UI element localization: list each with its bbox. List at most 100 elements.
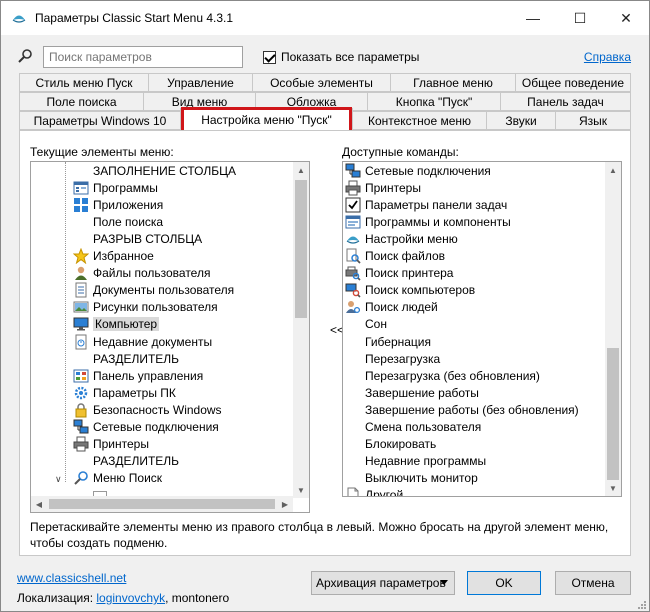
shell-app-icon: [11, 10, 27, 26]
list-item[interactable]: Документы пользователя: [73, 282, 234, 299]
list-item[interactable]: Настройки меню: [345, 230, 458, 247]
tab-start-button[interactable]: Кнопка "Пуск": [367, 92, 501, 111]
show-all-checkbox[interactable]: [263, 50, 276, 64]
taskbar-icon: [345, 197, 361, 213]
tab-main-menu[interactable]: Главное меню: [390, 73, 516, 92]
resize-grip-icon[interactable]: [637, 599, 647, 609]
scroll-right-arrow[interactable]: ▶: [277, 496, 293, 512]
ok-button[interactable]: OK: [467, 571, 541, 595]
list-item[interactable]: ЗАПОЛНЕНИЕ СТОЛБЦА: [73, 162, 236, 179]
tab-sounds[interactable]: Звуки: [486, 111, 556, 130]
hscroll-thumb[interactable]: [49, 499, 275, 509]
list-item[interactable]: Файлы пользователя: [73, 265, 210, 282]
localization-line: Локализация: loginvovchyk, montonero: [17, 591, 229, 605]
scroll-up-arrow[interactable]: ▲: [293, 162, 309, 178]
list-item[interactable]: Принтеры: [345, 179, 421, 196]
list-item[interactable]: Параметры панели задач: [345, 196, 507, 213]
list-item[interactable]: Параметры ПК: [73, 384, 176, 401]
list-item-label: Параметры панели задач: [365, 197, 508, 212]
scroll-down-arrow[interactable]: ▼: [605, 480, 621, 496]
list-item[interactable]: Поиск принтера: [345, 265, 453, 282]
list-item[interactable]: Сетевые подключения: [345, 162, 491, 179]
pictures-icon: [73, 299, 89, 315]
list-item[interactable]: Блокировать: [345, 436, 436, 453]
minimize-button[interactable]: —: [510, 1, 556, 35]
help-link[interactable]: Справка: [584, 50, 631, 64]
list-item[interactable]: Выключить монитор: [345, 470, 478, 487]
list-item[interactable]: Сетевые подключения: [73, 419, 219, 436]
search-input[interactable]: [43, 46, 243, 68]
list-item[interactable]: Смена пользователя: [345, 419, 481, 436]
current-items-list[interactable]: ▲ ▼ ◀ ▶ ∨ ЗАПОЛНЕНИЕ СТОЛБЦА Программы Прил…: [30, 161, 310, 513]
tab-controls[interactable]: Управление: [148, 73, 253, 92]
scroll-left-arrow[interactable]: ◀: [31, 496, 47, 512]
list-item[interactable]: Безопасность Windows: [73, 401, 222, 418]
localizer-link[interactable]: loginvovchyk: [96, 591, 165, 605]
tab-context-menu[interactable]: Контекстное меню: [352, 111, 487, 130]
list-item-label: Поиск принтера: [365, 266, 454, 281]
list-item[interactable]: Гибернация: [345, 333, 431, 350]
list-item[interactable]: Поле поиска: [73, 213, 163, 230]
right-list-scrollbar[interactable]: ▲ ▼: [605, 162, 621, 496]
tab-windows10-settings[interactable]: Параметры Windows 10: [19, 111, 181, 130]
scroll-up-arrow[interactable]: ▲: [605, 162, 621, 178]
website-link[interactable]: www.classicshell.net: [17, 571, 126, 585]
list-item[interactable]: Сон: [345, 316, 387, 333]
list-item[interactable]: Компьютер: [73, 316, 160, 333]
localizer-rest: , montonero: [165, 591, 230, 605]
list-item[interactable]: Поиск файлов: [345, 248, 445, 265]
list-item[interactable]: Завершение работы (без обновления): [345, 401, 579, 418]
list-item[interactable]: Принтеры: [73, 436, 149, 453]
maximize-button[interactable]: ☐: [557, 1, 603, 35]
list-item[interactable]: Рисунки пользователя: [73, 299, 218, 316]
show-all-toggle[interactable]: Показать все параметры: [263, 50, 419, 64]
list-item[interactable]: Меню Поиск: [73, 470, 162, 487]
star-icon: [73, 248, 89, 264]
list-item[interactable]: Приложения: [73, 196, 163, 213]
list-item-label: Файлы пользователя: [93, 266, 211, 281]
scroll-down-arrow[interactable]: ▼: [293, 482, 309, 498]
list-item-label: Настройки меню: [365, 231, 458, 246]
list-item-label: Поле поиска: [93, 214, 164, 229]
drag-hint: Перетаскивайте элементы меню из правого …: [30, 520, 609, 550]
tree-line: [65, 162, 66, 482]
available-commands-list[interactable]: ▲ ▼ Сетевые подключения Принтеры Параметры…: [342, 161, 622, 497]
backup-settings-button[interactable]: Архивация параметров: [311, 571, 455, 595]
list-item[interactable]: Панель управления: [73, 367, 203, 384]
list-item[interactable]: Перезагрузка: [345, 350, 440, 367]
printer-icon: [345, 180, 361, 196]
tab-special-items[interactable]: Особые элементы: [252, 73, 391, 92]
list-item[interactable]: РАЗРЫВ СТОЛБЦА: [73, 230, 202, 247]
tab-panel: Текущие элементы меню: Доступные команды…: [19, 130, 631, 556]
cancel-button[interactable]: Отмена: [555, 571, 631, 595]
scroll-thumb[interactable]: [295, 180, 307, 318]
list-item[interactable]: Избранное: [73, 248, 154, 265]
left-list-hscrollbar[interactable]: ◀ ▶: [31, 496, 293, 512]
list-item-label: Смена пользователя: [365, 420, 482, 434]
list-item[interactable]: Поиск компьютеров: [345, 282, 475, 299]
list-item[interactable]: РАЗДЕЛИТЕЛЬ: [73, 453, 179, 470]
scroll-thumb[interactable]: [607, 348, 619, 480]
list-item[interactable]: Поиск людей: [345, 299, 438, 316]
tab-general-behavior[interactable]: Общее поведение: [515, 73, 631, 92]
list-item-label: Компьютер: [93, 317, 160, 332]
tab-customize-start-menu[interactable]: Настройка меню "Пуск": [180, 108, 353, 130]
list-item[interactable]: Другой: [345, 487, 403, 496]
tab-start-menu-style[interactable]: Стиль меню Пуск: [19, 73, 149, 92]
left-list-scrollbar[interactable]: ▲ ▼: [293, 162, 309, 498]
list-item[interactable]: Недавние документы: [73, 333, 212, 350]
list-item[interactable]: Недавние программы: [345, 453, 486, 470]
close-button[interactable]: ✕: [603, 1, 649, 35]
tab-search-box[interactable]: Поле поиска: [19, 92, 144, 111]
list-item[interactable]: Программы: [73, 179, 158, 196]
chevron-down-icon[interactable]: ∨: [55, 474, 62, 485]
list-item[interactable]: РАЗДЕЛИТЕЛЬ: [73, 350, 179, 367]
list-item[interactable]: Программы и компоненты: [345, 213, 511, 230]
tab-taskbar[interactable]: Панель задач: [500, 92, 631, 111]
tab-language[interactable]: Язык: [555, 111, 631, 130]
list-item[interactable]: Перезагрузка (без обновления): [345, 367, 540, 384]
list-item[interactable]: Завершение работы: [345, 384, 479, 401]
